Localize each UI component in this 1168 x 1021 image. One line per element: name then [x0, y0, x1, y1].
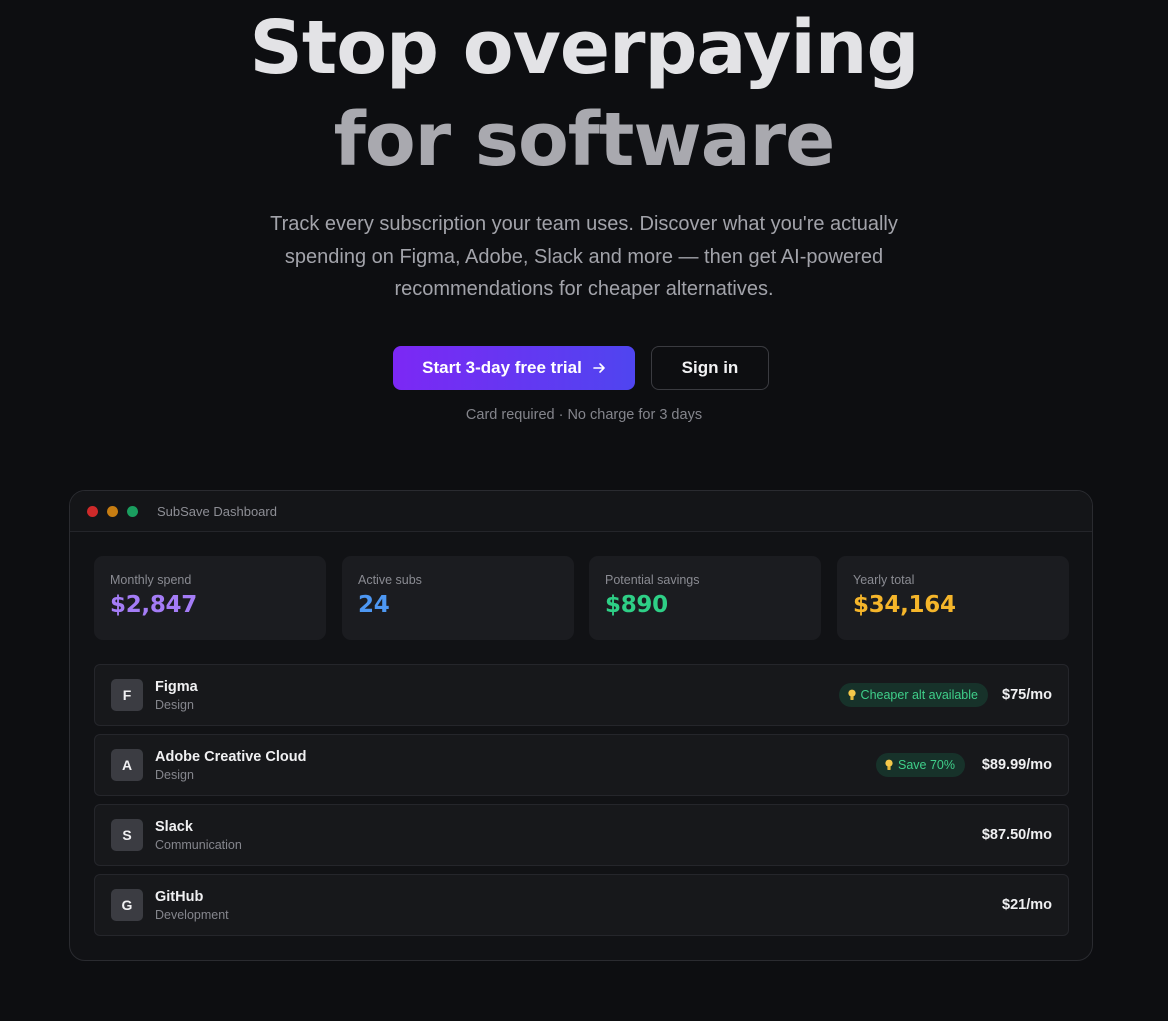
hero-title-line-1: Stop overpaying: [249, 5, 920, 91]
savings-badge: Cheaper alt available: [838, 683, 988, 707]
stats-row: Monthly spend $2,847 Active subs 24 Pote…: [94, 556, 1069, 640]
app-avatar: A: [111, 749, 143, 781]
stat-label: Active subs: [358, 573, 422, 587]
subscription-row-figma[interactable]: F Figma Design Cheaper alt available $75…: [94, 664, 1069, 726]
stat-value: 24: [358, 592, 390, 618]
hero-title-line-2: for software: [333, 97, 836, 183]
stat-label: Monthly spend: [110, 573, 192, 587]
subscription-name: GitHub: [155, 889, 204, 905]
lightbulb-icon: [885, 759, 893, 770]
trial-fine-print: Card required · No charge for 3 days: [465, 407, 703, 423]
dashboard-preview-window: SubSave Dashboard Monthly spend $2,847 A…: [69, 490, 1093, 961]
window-title: SubSave Dashboard: [157, 503, 277, 519]
arrow-right-icon: [593, 363, 605, 373]
stat-card-monthly-spend: Monthly spend $2,847: [94, 556, 326, 640]
savings-badge: Save 70%: [876, 753, 965, 777]
stat-label: Potential savings: [605, 573, 700, 587]
subscription-category: Design: [155, 768, 194, 782]
subscription-name: Slack: [155, 819, 193, 835]
sign-in-button[interactable]: Sign in: [651, 346, 769, 390]
window-maximize-dot: [127, 505, 138, 517]
app-avatar: S: [111, 819, 143, 851]
start-trial-button[interactable]: Start 3-day free trial: [393, 346, 635, 390]
stat-card-potential-savings: Potential savings $890: [589, 556, 821, 640]
start-trial-label: Start 3-day free trial: [422, 358, 582, 377]
stat-value: $890: [605, 592, 668, 618]
subscription-price: $75/mo: [1002, 687, 1052, 703]
subscription-row-github[interactable]: G GitHub Development $21/mo: [94, 874, 1069, 936]
window-minimize-dot: [107, 505, 118, 517]
subscription-row-adobe[interactable]: A Adobe Creative Cloud Design Save 70% $…: [94, 734, 1069, 796]
subscription-name: Adobe Creative Cloud: [155, 749, 307, 765]
savings-badge-label: Cheaper alt available: [860, 688, 978, 702]
stat-value: $2,847: [110, 592, 197, 618]
subscription-category: Communication: [155, 838, 242, 852]
savings-badge-label: Save 70%: [898, 758, 955, 772]
landing-page: Stop overpaying for software Track every…: [0, 0, 1168, 1021]
stat-card-yearly-total: Yearly total $34,164: [837, 556, 1069, 640]
window-close-dot: [87, 505, 98, 517]
stat-value: $34,164: [853, 592, 956, 618]
subscription-name: Figma: [155, 679, 198, 695]
subscription-price: $87.50/mo: [981, 827, 1052, 843]
app-avatar: F: [111, 679, 143, 711]
subscription-category: Design: [155, 698, 194, 712]
stat-card-active-subs: Active subs 24: [342, 556, 574, 640]
subscription-list: F Figma Design Cheaper alt available $75…: [94, 664, 1069, 944]
subscription-category: Development: [155, 908, 229, 922]
subscription-price: $89.99/mo: [981, 757, 1052, 773]
stat-label: Yearly total: [853, 573, 915, 587]
hero-subtitle: Track every subscription your team uses.…: [270, 213, 898, 300]
lightbulb-icon: [847, 689, 856, 700]
subscription-row-slack[interactable]: S Slack Communication $87.50/mo: [94, 804, 1069, 866]
window-titlebar: SubSave Dashboard: [70, 491, 1092, 532]
app-avatar: G: [111, 889, 143, 921]
subscription-price: $21/mo: [1002, 897, 1052, 913]
